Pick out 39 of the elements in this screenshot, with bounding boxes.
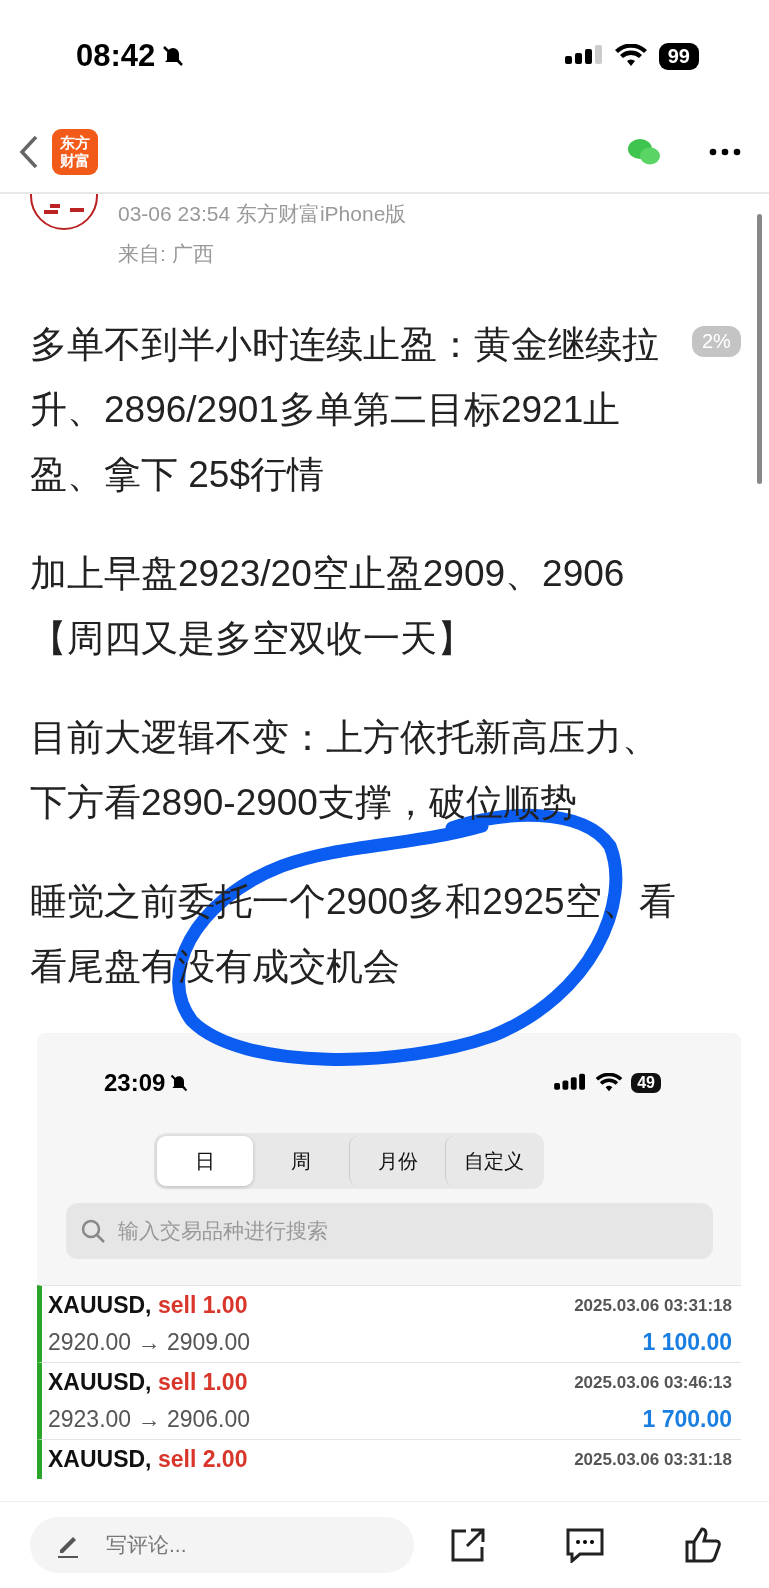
trade-time: 2025.03.06 03:46:13 [574, 1372, 732, 1393]
muted-bell-icon [169, 1073, 190, 1093]
like-button[interactable] [684, 1526, 722, 1564]
post-paragraph: 多单不到半小时连续止盈：黄金继续拉升、2896/2901多单第二目标2921止盈、拿下 25$行情 [30, 323, 660, 497]
trade-profit: 1 700.00 [642, 1406, 732, 1433]
trade-title: XAUUSD, sell 2.00 [48, 1446, 248, 1473]
trade-row[interactable]: XAUUSD, sell 2.00 2025.03.06 03:31:18 [37, 1439, 741, 1479]
wifi-icon [595, 1073, 624, 1093]
trade-title: XAUUSD, sell 1.00 [48, 1292, 248, 1319]
period-tab[interactable]: 自定义 [445, 1136, 541, 1186]
read-progress-badge: 2% [692, 326, 741, 357]
more-button[interactable] [709, 148, 741, 156]
clock-time: 08:42 [76, 38, 156, 74]
search-icon [80, 1218, 106, 1244]
chat-bubbles-icon [627, 138, 661, 166]
trade-time: 2025.03.06 03:31:18 [574, 1449, 732, 1470]
comment-field[interactable]: 写评论... [30, 1517, 414, 1573]
post-location: 来自: 广西 [118, 241, 215, 267]
trade-profit: 1 100.00 [642, 1329, 732, 1356]
back-button[interactable] [18, 134, 40, 170]
trade-title: XAUUSD, sell 1.00 [48, 1369, 248, 1396]
post-meta: 03-06 23:54 东方财富iPhone版 [118, 201, 407, 227]
comments-button[interactable] [566, 1527, 604, 1563]
battery-level: 99 [658, 42, 699, 70]
trade-row[interactable]: XAUUSD, sell 1.00 2025.03.06 03:31:18 2920.00 → 2909.00 1 100.00 [37, 1285, 741, 1362]
trade-prices: 2923.00 → 2906.00 [48, 1406, 251, 1433]
app-logo: 东方 财富 [52, 129, 98, 175]
period-tab[interactable]: 周 [253, 1136, 349, 1186]
share-button[interactable] [450, 1527, 486, 1563]
trade-time: 2025.03.06 03:31:18 [574, 1295, 732, 1316]
post-paragraph: 加上早盘2923/20空止盈2909、2906【周四又是多空双收一天】 [30, 552, 626, 661]
signal-icon [553, 1073, 588, 1093]
battery-level: 49 [631, 1073, 661, 1093]
clock-time: 23:09 [104, 1069, 166, 1097]
trade-row[interactable]: XAUUSD, sell 1.00 2025.03.06 03:46:13 2923.00 → 2906.00 1 700.00 [37, 1362, 741, 1439]
trade-prices: 2920.00 → 2909.00 [48, 1329, 251, 1356]
period-tab[interactable]: 月份 [349, 1136, 445, 1186]
wifi-icon [614, 44, 647, 68]
period-tab[interactable]: 日 [157, 1136, 253, 1186]
